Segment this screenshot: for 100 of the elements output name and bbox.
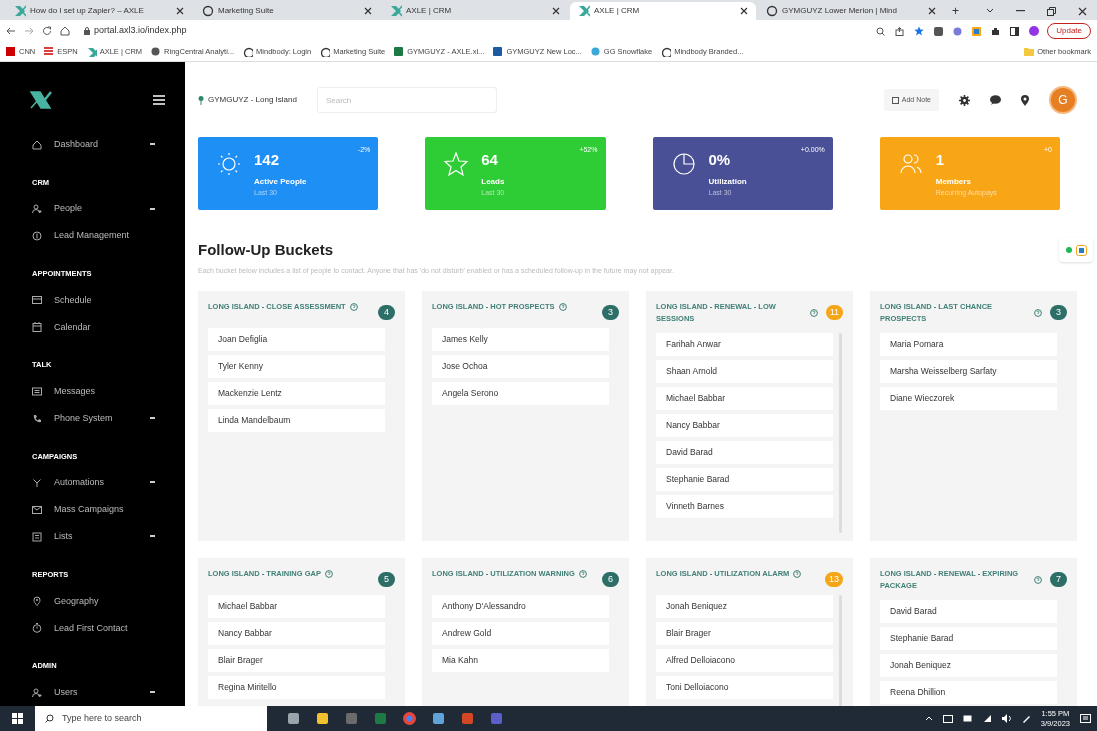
pen-icon[interactable]: [1021, 714, 1031, 723]
sidebar-item[interactable]: Users: [0, 679, 185, 706]
help-icon[interactable]: [793, 570, 802, 578]
close-icon[interactable]: [364, 7, 372, 15]
chat-widget[interactable]: [1059, 238, 1093, 262]
reload-icon[interactable]: [42, 26, 52, 36]
restore-icon[interactable]: [1047, 6, 1056, 16]
puzzle-icon[interactable]: [991, 26, 1001, 36]
person-item[interactable]: Anthony D'Alessandro: [432, 595, 609, 618]
person-item[interactable]: Farihah Anwar: [656, 333, 833, 356]
help-icon[interactable]: [324, 570, 333, 578]
windows-icon[interactable]: [12, 713, 23, 724]
person-item[interactable]: Toni Delloiacono: [656, 676, 833, 699]
person-item[interactable]: Jose Ochoa: [432, 355, 609, 378]
person-item[interactable]: Regina Miritello: [208, 676, 385, 699]
person-item[interactable]: Blair Brager: [208, 649, 385, 672]
home-icon[interactable]: [60, 26, 70, 36]
taskbar-search-field[interactable]: Type here to search: [35, 706, 267, 731]
sidebar-item[interactable]: Automations: [0, 469, 185, 497]
search-icon[interactable]: [876, 26, 886, 36]
help-icon[interactable]: [558, 303, 567, 311]
person-item[interactable]: Stephanie Barad: [880, 627, 1057, 650]
person-item[interactable]: Michael Babbar: [656, 387, 833, 410]
nav-icon: [32, 596, 42, 607]
sidebar-item[interactable]: Phone System: [0, 405, 185, 433]
person-item[interactable]: Tyler Kenny: [208, 355, 385, 378]
person-item[interactable]: Nancy Babbar: [656, 414, 833, 437]
person-item[interactable]: Jonah Beniquez: [656, 595, 833, 618]
person-item[interactable]: Nancy Babbar: [208, 622, 385, 645]
person-item[interactable]: Angela Serono: [432, 382, 609, 405]
close-icon[interactable]: [928, 7, 936, 15]
person-item[interactable]: Alfred Delloiacono: [656, 649, 833, 672]
chat-icon[interactable]: [990, 95, 1001, 105]
sidebar-item[interactable]: Schedule: [0, 286, 185, 314]
new-tab-button[interactable]: +: [946, 2, 965, 20]
app-icon[interactable]: [287, 712, 300, 725]
minimize-icon[interactable]: [1016, 10, 1025, 12]
chevron-up-icon[interactable]: [924, 716, 933, 721]
app-icon[interactable]: [403, 712, 416, 725]
sidebar-item[interactable]: Lead Management: [0, 222, 185, 250]
tab-title: GYMGUYZ Lower Merion | Mind: [782, 5, 898, 17]
close-icon[interactable]: [176, 7, 184, 15]
app-icon[interactable]: [316, 712, 329, 725]
nav-icon: [32, 139, 42, 150]
settings-icon[interactable]: [959, 94, 970, 106]
tray-icon[interactable]: [942, 714, 953, 723]
stat-value: 0%: [708, 151, 732, 169]
sidebar-item[interactable]: Dashboard: [0, 131, 185, 159]
profile-icon[interactable]: [1029, 26, 1040, 36]
nav-icon: [32, 413, 42, 424]
person-item[interactable]: Jonah Beniquez: [880, 654, 1057, 677]
sidebar-icon[interactable]: [1010, 26, 1020, 36]
back-icon[interactable]: [6, 27, 16, 35]
menu-icon[interactable]: [153, 94, 165, 105]
sidebar-item[interactable]: Messages: [0, 378, 185, 406]
person-item[interactable]: Mia Kahn: [432, 649, 609, 672]
person-item[interactable]: David Barad: [656, 441, 833, 464]
extension-icon[interactable]: [972, 26, 982, 36]
person-item[interactable]: Vinneth Barnes: [656, 495, 833, 518]
location-icon[interactable]: [1021, 94, 1029, 106]
help-icon[interactable]: [349, 303, 358, 311]
nav-icon: [32, 623, 42, 634]
person-item[interactable]: Blair Brager: [656, 622, 833, 645]
sidebar-item[interactable]: Geography: [0, 587, 185, 615]
help-icon[interactable]: [810, 309, 818, 317]
close-icon[interactable]: [552, 7, 560, 15]
person-item[interactable]: Stephanie Barad: [656, 468, 833, 491]
help-icon[interactable]: [1034, 576, 1042, 584]
star-icon[interactable]: [914, 26, 925, 36]
person-item[interactable]: James Kelly: [432, 328, 609, 351]
person-item[interactable]: Joan Defiglia: [208, 328, 385, 351]
person-item[interactable]: Andrew Gold: [432, 622, 609, 645]
battery-icon[interactable]: [962, 715, 973, 722]
sidebar-item[interactable]: Lead First Contact: [0, 614, 185, 642]
network-icon[interactable]: [982, 714, 992, 723]
person-item[interactable]: Mackenzie Lentz: [208, 382, 385, 405]
person-item[interactable]: Reena Dhillion: [880, 681, 1057, 704]
help-icon[interactable]: [578, 570, 587, 578]
volume-icon[interactable]: [1001, 714, 1012, 723]
person-item[interactable]: Linda Mandelbaum: [208, 409, 385, 432]
sidebar-item[interactable]: Calendar: [0, 313, 185, 341]
app-icon[interactable]: [432, 712, 445, 725]
help-icon[interactable]: [1034, 309, 1042, 317]
share-icon[interactable]: [895, 26, 905, 36]
person-item[interactable]: Diane Wieczorek: [880, 387, 1057, 410]
person-item[interactable]: Maria Pomara: [880, 333, 1057, 356]
person-item[interactable]: David Barad: [880, 600, 1057, 623]
sidebar-item[interactable]: People: [0, 195, 185, 223]
notification-icon[interactable]: [1080, 713, 1091, 724]
sidebar-item[interactable]: Lists: [0, 523, 185, 551]
location-label[interactable]: GYMGUYZ - Long Island: [208, 94, 297, 106]
chevron-down-icon[interactable]: [986, 8, 994, 14]
close-icon[interactable]: [1078, 6, 1087, 16]
person-item[interactable]: Shaan Arnold: [656, 360, 833, 383]
person-item[interactable]: Michael Babbar: [208, 595, 385, 618]
address-bar[interactable]: portal.axl3.io/index.php: [78, 22, 869, 40]
person-item[interactable]: Marsha Weisselberg Sarfaty: [880, 360, 1057, 383]
sidebar-item[interactable]: Mass Campaigns: [0, 496, 185, 524]
close-icon[interactable]: [740, 7, 748, 15]
browser-tab[interactable]: AXLE | CRM: [570, 2, 756, 20]
